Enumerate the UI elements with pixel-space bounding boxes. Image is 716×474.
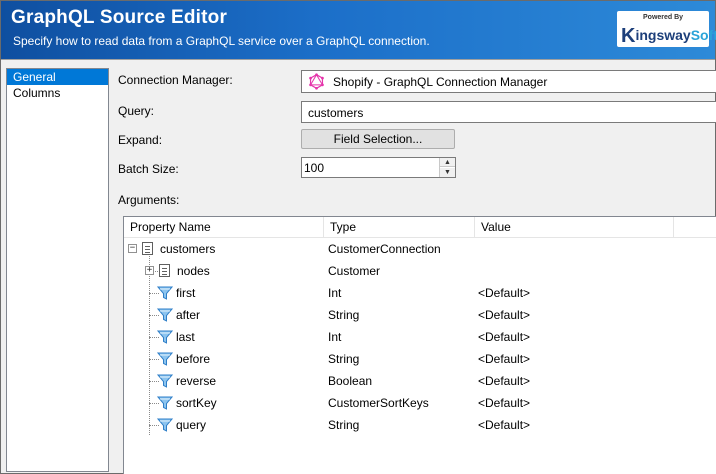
row-value[interactable]: <Default> bbox=[478, 414, 530, 436]
field-selection-button[interactable]: Field Selection... bbox=[301, 129, 455, 149]
filter-icon bbox=[157, 308, 173, 322]
nav-item-general[interactable]: General bbox=[7, 69, 108, 85]
tree-row-sortkey[interactable]: sortKey CustomerSortKeys <Default> bbox=[124, 392, 716, 414]
row-name: last bbox=[176, 330, 195, 344]
document-icon bbox=[159, 264, 170, 277]
header-banner: GraphQL Source Editor Specify how to rea… bbox=[1, 1, 716, 59]
tree-row-reverse[interactable]: reverse Boolean <Default> bbox=[124, 370, 716, 392]
filter-icon bbox=[157, 286, 173, 300]
filter-icon bbox=[157, 330, 173, 344]
kingswaysoft-logo: Powered By KingswaySoft bbox=[617, 11, 716, 47]
filter-icon bbox=[157, 352, 173, 366]
row-value[interactable]: <Default> bbox=[478, 326, 530, 348]
graphql-icon bbox=[309, 73, 324, 90]
row-value[interactable]: <Default> bbox=[478, 370, 530, 392]
query-label: Query: bbox=[118, 104, 155, 118]
row-type: Boolean bbox=[328, 374, 373, 388]
batch-size-spin-buttons: ▲ ▼ bbox=[439, 158, 455, 177]
filter-icon bbox=[157, 374, 173, 388]
document-icon bbox=[142, 242, 153, 255]
header-divider bbox=[1, 59, 715, 60]
connection-manager-select[interactable]: Shopify - GraphQL Connection Manager bbox=[301, 70, 716, 93]
expand-icon[interactable]: + bbox=[145, 266, 154, 275]
row-name: customers bbox=[160, 242, 216, 256]
arguments-label: Arguments: bbox=[118, 193, 180, 207]
logo-powered-by: Powered By bbox=[643, 14, 684, 21]
row-name: before bbox=[176, 352, 211, 366]
connection-manager-label: Connection Manager: bbox=[118, 73, 233, 87]
row-type: String bbox=[328, 352, 360, 366]
tree-row-first[interactable]: first Int <Default> bbox=[124, 282, 716, 304]
logo-wordmark: KingswaySoft bbox=[621, 25, 716, 47]
column-property-name[interactable]: Property Name bbox=[124, 217, 324, 238]
row-name: first bbox=[176, 286, 196, 300]
nav-list[interactable]: General Columns bbox=[6, 68, 109, 472]
tree-row-before[interactable]: before String <Default> bbox=[124, 348, 716, 370]
row-type: String bbox=[328, 308, 360, 322]
spin-down-icon[interactable]: ▼ bbox=[440, 168, 455, 177]
row-name: after bbox=[176, 308, 201, 322]
row-type: Int bbox=[328, 330, 342, 344]
row-value[interactable]: <Default> bbox=[478, 304, 530, 326]
row-name: sortKey bbox=[176, 396, 217, 410]
window-title: GraphQL Source Editor bbox=[11, 7, 228, 28]
row-value[interactable]: <Default> bbox=[478, 348, 530, 370]
row-type: Customer bbox=[328, 264, 381, 278]
collapse-icon[interactable]: − bbox=[128, 244, 137, 253]
row-name: reverse bbox=[176, 374, 217, 388]
connection-manager-value: Shopify - GraphQL Connection Manager bbox=[333, 75, 548, 89]
row-type: String bbox=[328, 418, 360, 432]
filter-icon bbox=[157, 418, 173, 432]
filter-icon bbox=[157, 396, 173, 410]
tree-row-query[interactable]: query String <Default> bbox=[124, 414, 716, 436]
arguments-grid[interactable]: Property Name Type Value − customers Cus… bbox=[123, 216, 716, 474]
batch-size-stepper[interactable]: 100 ▲ ▼ bbox=[301, 157, 456, 178]
grid-header: Property Name Type Value bbox=[124, 217, 716, 238]
expand-label: Expand: bbox=[118, 133, 163, 147]
tree-row-nodes[interactable]: + nodes Customer bbox=[124, 260, 716, 282]
batch-size-value: 100 bbox=[304, 161, 325, 175]
row-type: CustomerConnection bbox=[328, 242, 441, 256]
batch-size-label: Batch Size: bbox=[118, 162, 179, 176]
column-value[interactable]: Value bbox=[475, 217, 674, 238]
editor-window: GraphQL Source Editor Specify how to rea… bbox=[0, 0, 716, 474]
spin-up-icon[interactable]: ▲ bbox=[440, 158, 455, 167]
row-value[interactable]: <Default> bbox=[478, 392, 530, 414]
tree-row-after[interactable]: after String <Default> bbox=[124, 304, 716, 326]
window-subtitle: Specify how to read data from a GraphQL … bbox=[13, 34, 430, 48]
query-value: customers bbox=[308, 106, 364, 120]
tree-row-customers[interactable]: − customers CustomerConnection bbox=[124, 238, 716, 260]
tree-row-last[interactable]: last Int <Default> bbox=[124, 326, 716, 348]
row-type: CustomerSortKeys bbox=[328, 396, 429, 410]
row-value[interactable]: <Default> bbox=[478, 282, 530, 304]
query-input[interactable]: customers bbox=[301, 101, 716, 123]
row-name: nodes bbox=[177, 264, 210, 278]
column-type[interactable]: Type bbox=[324, 217, 475, 238]
row-name: query bbox=[176, 418, 207, 432]
nav-item-columns[interactable]: Columns bbox=[7, 85, 108, 101]
row-type: Int bbox=[328, 286, 342, 300]
